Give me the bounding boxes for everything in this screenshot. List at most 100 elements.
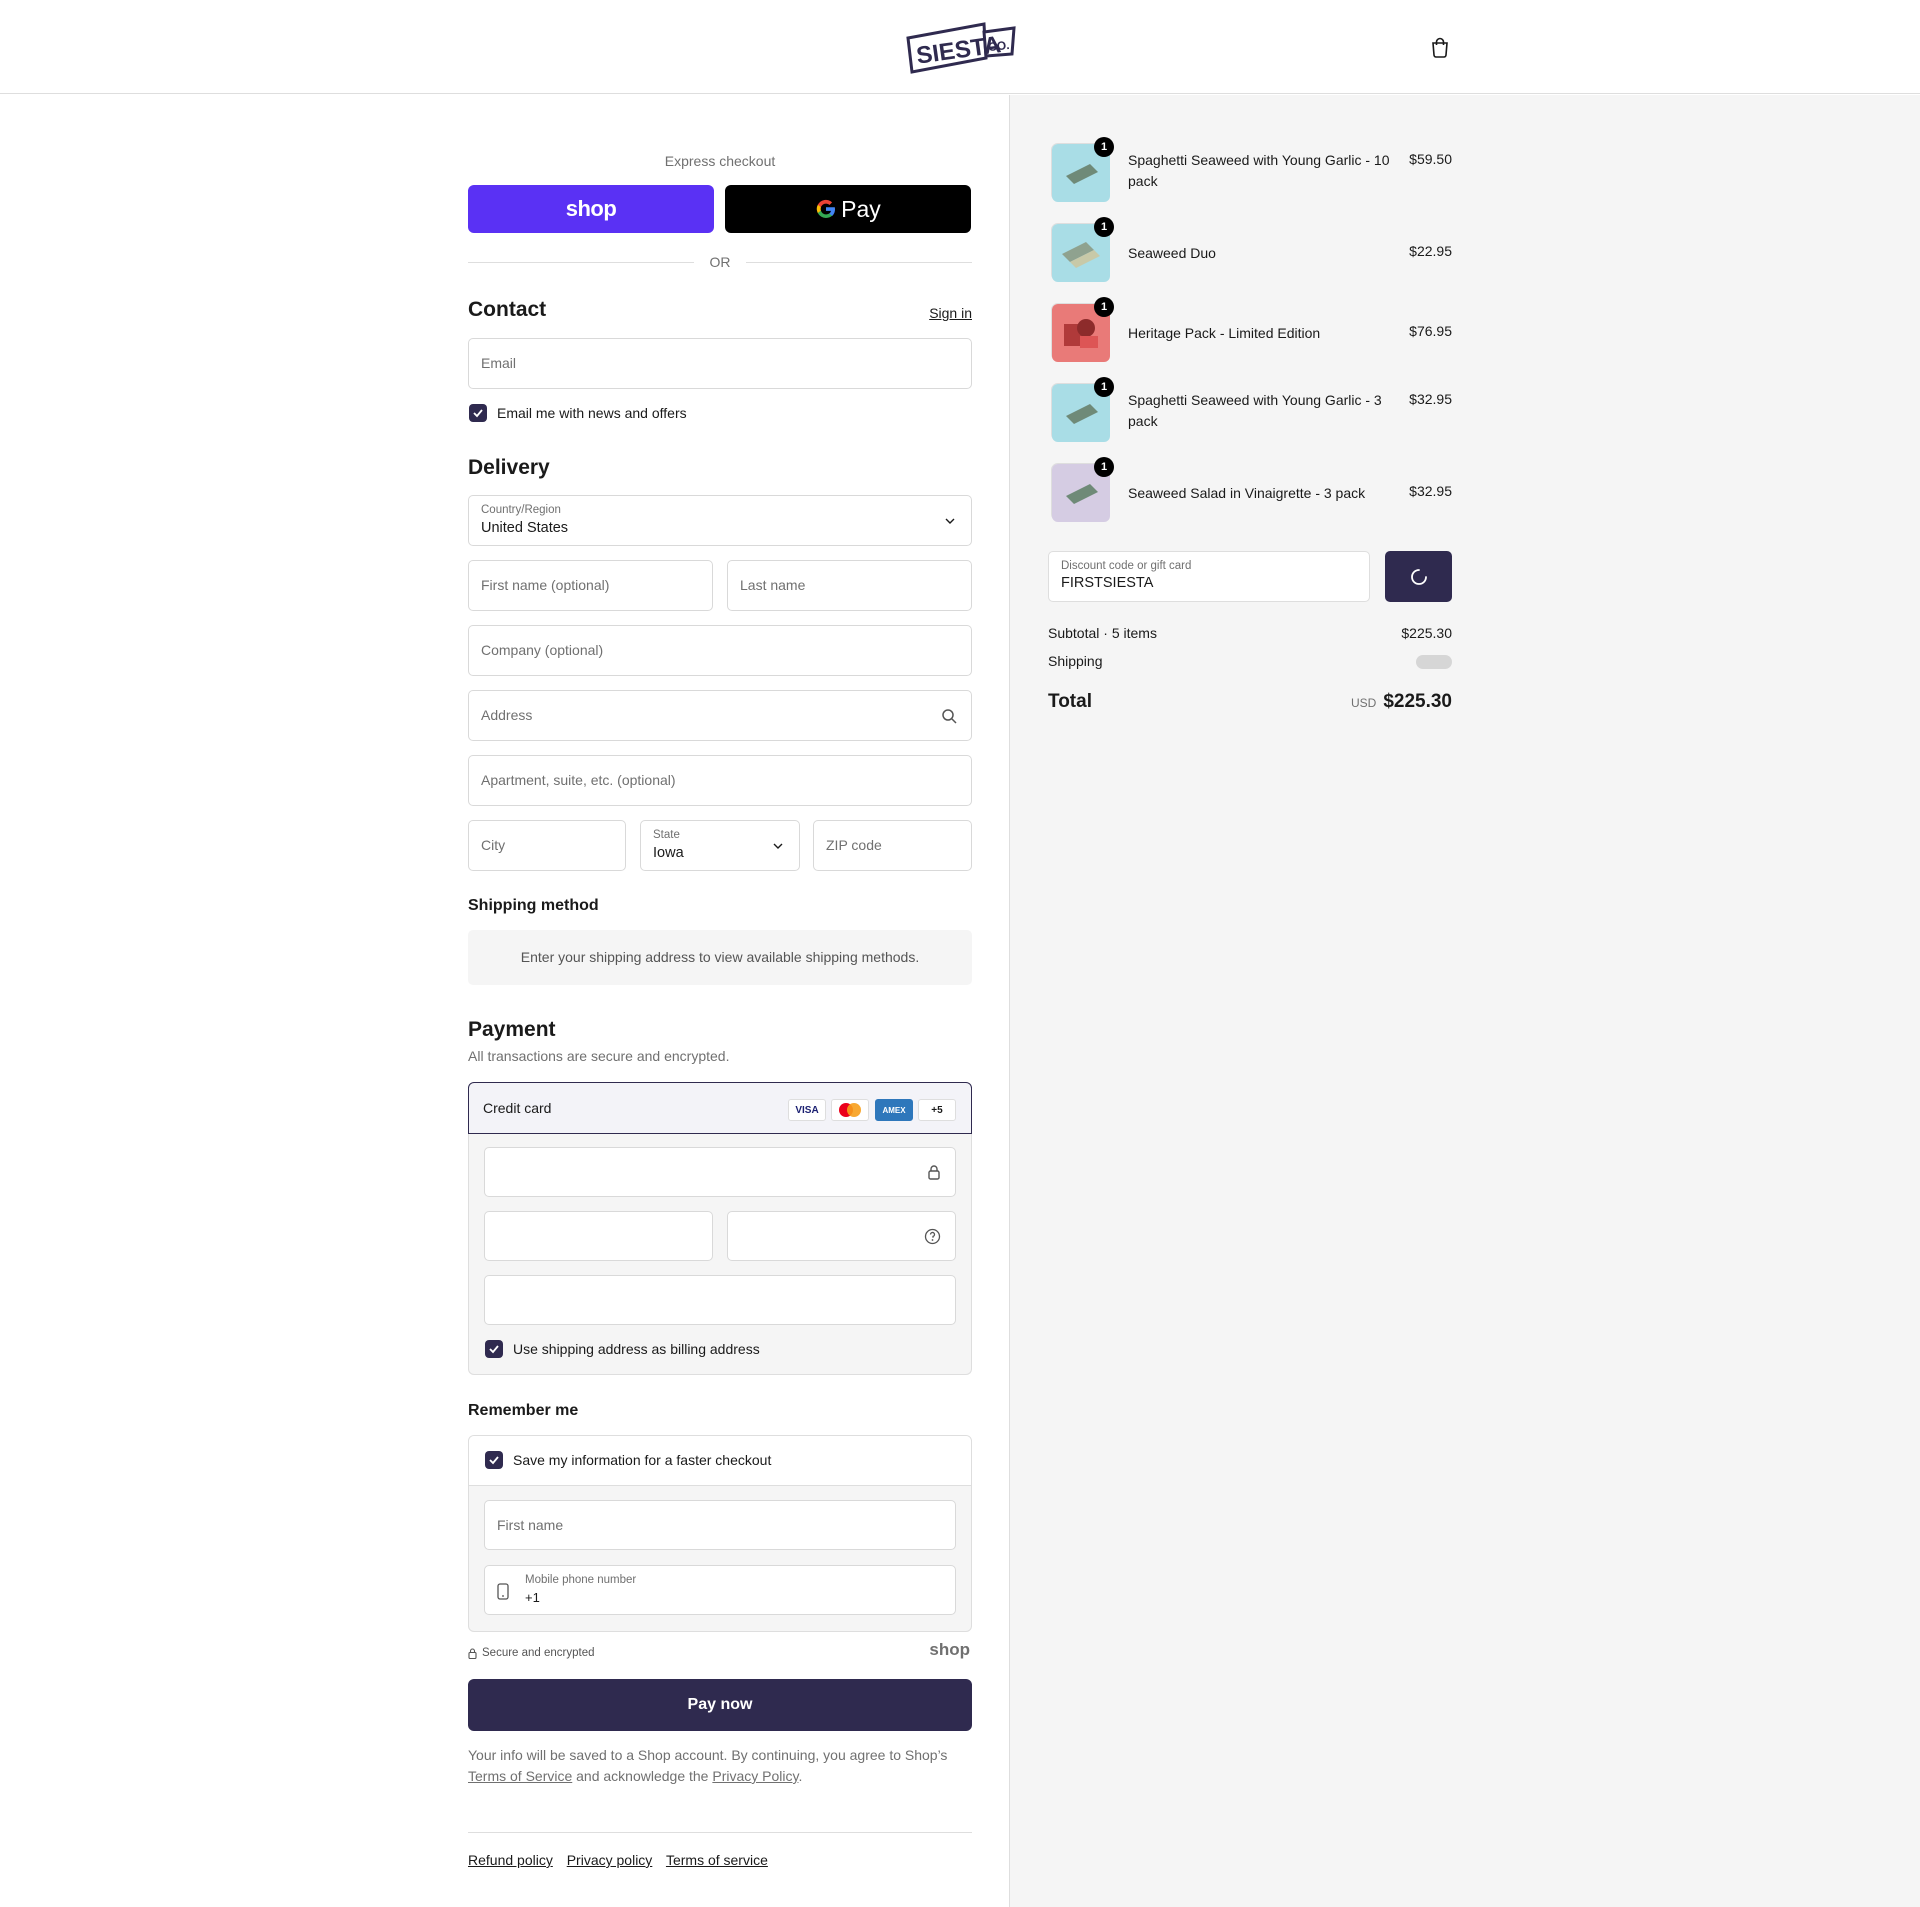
total-value: $225.30	[1383, 691, 1452, 712]
news-checkbox[interactable]	[469, 404, 487, 422]
shopping-bag-icon[interactable]	[1429, 36, 1451, 58]
city-field[interactable]: City	[468, 820, 626, 871]
footer-links: Refund policy Privacy policy Terms of se…	[468, 1852, 778, 1868]
contact-heading: Contact	[468, 298, 547, 321]
quantity-badge: 1	[1094, 137, 1114, 157]
express-checkout-label: Express checkout	[664, 153, 776, 169]
mobile-phone-value: +1	[525, 1590, 540, 1605]
logo-subtext: CO.	[987, 38, 1010, 54]
country-select[interactable]: Country/Region United States	[468, 495, 972, 546]
discount-label: Discount code or gift card	[1061, 560, 1192, 572]
more-brands-label: +5	[931, 1104, 943, 1116]
name-on-card-field[interactable]	[484, 1275, 956, 1325]
total-row: Total USD $225.30	[1048, 691, 1452, 717]
address-field[interactable]: Address	[468, 690, 972, 741]
or-label: OR	[709, 254, 731, 270]
cart-item: 1 Spaghetti Seaweed with Young Garlic - …	[1048, 377, 1452, 447]
total-amount: USD $225.30	[1351, 691, 1452, 713]
header: SIESTA CO.	[0, 0, 1920, 94]
mobile-phone-label: Mobile phone number	[525, 1574, 637, 1586]
discount-value: FIRSTSIESTA	[1061, 575, 1154, 591]
refund-policy-link[interactable]: Refund policy	[468, 1852, 553, 1868]
state-label: State	[653, 829, 680, 841]
credit-card-label: Credit card	[483, 1100, 552, 1116]
check-icon	[489, 1456, 499, 1465]
last-name-placeholder: Last name	[740, 577, 806, 593]
mastercard-logo	[839, 1103, 861, 1117]
remember-first-name-field[interactable]: First name	[484, 1500, 956, 1550]
google-g-icon	[816, 199, 836, 219]
subtotal-label: Subtotal · 5 items	[1048, 625, 1157, 641]
product-price: $32.95	[1409, 483, 1452, 499]
shipping-row: Shipping	[1048, 653, 1452, 669]
apartment-field[interactable]: Apartment, suite, etc. (optional)	[468, 755, 972, 806]
security-code-field[interactable]	[727, 1211, 956, 1261]
secure-label: Secure and encrypted	[482, 1647, 595, 1659]
save-info-label: Save my information for a faster checkou…	[513, 1452, 772, 1468]
payment-subtitle: All transactions are secure and encrypte…	[468, 1048, 730, 1064]
visa-label: VISA	[795, 1104, 819, 1116]
billing-checkbox[interactable]	[485, 1340, 503, 1358]
company-placeholder: Company (optional)	[481, 642, 604, 658]
siesta-logo[interactable]: SIESTA CO.	[904, 20, 1018, 76]
terms-of-service-link[interactable]: Terms of service	[666, 1852, 768, 1868]
zip-field[interactable]: ZIP code	[813, 820, 972, 871]
email-field[interactable]: Email	[468, 338, 972, 389]
product-thumbnail: 1	[1051, 457, 1114, 522]
lock-icon	[928, 1165, 940, 1180]
state-select[interactable]: State Iowa	[640, 820, 800, 871]
address-placeholder: Address	[481, 707, 533, 723]
quantity-badge: 1	[1094, 457, 1114, 477]
currency-label: USD	[1350, 696, 1377, 710]
lock-icon	[468, 1647, 477, 1659]
first-name-field[interactable]: First name (optional)	[468, 560, 713, 611]
shop-privacy-link[interactable]: Privacy Policy	[712, 1768, 798, 1784]
google-pay-label: Pay	[841, 195, 881, 222]
last-name-field[interactable]: Last name	[727, 560, 972, 611]
pay-now-button[interactable]: Pay now	[468, 1679, 972, 1731]
billing-checkbox-label: Use shipping address as billing address	[513, 1341, 760, 1357]
privacy-policy-link[interactable]: Privacy policy	[567, 1852, 653, 1868]
shop-mark: shop	[929, 1640, 970, 1659]
sign-in-link[interactable]: Sign in	[929, 305, 972, 321]
legal-text-part: and acknowledge the	[572, 1768, 713, 1784]
delivery-heading: Delivery	[468, 456, 550, 479]
loading-spinner-icon	[1410, 568, 1427, 585]
product-price: $59.50	[1409, 151, 1452, 167]
product-thumbnail: 1	[1051, 137, 1114, 202]
more-brands-badge: +5	[918, 1099, 956, 1121]
card-number-field[interactable]	[484, 1147, 956, 1197]
discount-code-field[interactable]: Discount code or gift card FIRSTSIESTA	[1048, 551, 1370, 602]
country-value: United States	[481, 520, 569, 536]
credit-card-form: Use shipping address as billing address	[468, 1134, 972, 1375]
mobile-phone-field[interactable]: Mobile phone number +1	[484, 1565, 956, 1615]
save-info-checkbox[interactable]	[485, 1451, 503, 1469]
save-info-row[interactable]: Save my information for a faster checkou…	[469, 1436, 971, 1486]
company-field[interactable]: Company (optional)	[468, 625, 972, 676]
check-icon	[489, 1345, 499, 1354]
chevron-down-icon	[773, 843, 783, 849]
remember-me-box: Save my information for a faster checkou…	[468, 1435, 972, 1632]
shop-terms-link[interactable]: Terms of Service	[468, 1768, 572, 1784]
remember-first-name-placeholder: First name	[497, 1517, 564, 1533]
secure-note: Secure and encrypted	[468, 1647, 595, 1659]
expiration-field[interactable]	[484, 1211, 713, 1261]
product-name: Seaweed Duo	[1128, 245, 1216, 261]
news-checkbox-label: Email me with news and offers	[497, 405, 687, 421]
google-pay-button[interactable]: Pay	[725, 185, 971, 233]
cart-item: 1 Spaghetti Seaweed with Young Garlic - …	[1048, 137, 1452, 207]
mobile-phone-icon	[497, 1583, 509, 1600]
help-icon[interactable]	[924, 1228, 941, 1245]
quantity-badge: 1	[1094, 297, 1114, 317]
product-name: Spaghetti Seaweed with Young Garlic - 3 …	[1128, 392, 1382, 429]
shipping-method-notice: Enter your shipping address to view avai…	[468, 930, 972, 985]
product-name: Seaweed Salad in Vinaigrette - 3 pack	[1128, 485, 1366, 501]
credit-card-option[interactable]: Credit card VISA AMEX +5	[468, 1082, 972, 1134]
shop-pay-button[interactable]: shop	[468, 185, 714, 233]
apply-discount-button[interactable]	[1385, 551, 1452, 602]
zip-placeholder: ZIP code	[826, 837, 882, 853]
amex-icon: AMEX	[875, 1099, 913, 1121]
quantity-badge: 1	[1094, 217, 1114, 237]
email-placeholder: Email	[481, 355, 517, 371]
total-label: Total	[1048, 691, 1092, 712]
